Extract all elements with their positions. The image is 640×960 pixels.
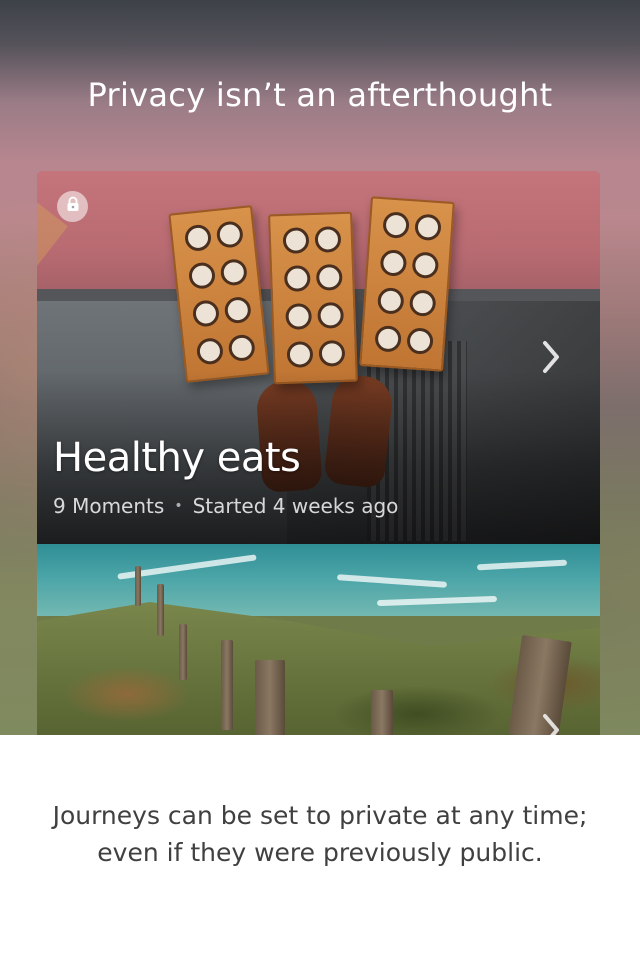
lock-icon [66,196,80,217]
card-photo-sea [37,544,600,616]
caption-line: even if they were previously public. [97,838,543,867]
meta-separator: • [174,498,183,514]
juice-bag-image [359,196,455,372]
caption-line: Journeys can be set to private at any ti… [52,801,588,830]
started-time: Started 4 weeks ago [192,494,399,518]
journey-card-stack: Healthy eats 9 Moments • Started 4 weeks… [37,171,600,735]
onboarding-caption: Journeys can be set to private at any ti… [0,797,640,871]
journey-card-coast[interactable] [37,544,600,735]
hero-background: Privacy isn’t an afterthought Healthy ea… [0,0,640,735]
journey-title: Healthy eats [53,435,301,481]
fence-post [157,584,164,636]
juice-bag-image [168,205,270,383]
private-badge [57,191,88,222]
chevron-right-icon [541,339,561,380]
journey-meta: 9 Moments • Started 4 weeks ago [53,494,398,518]
fence-post [371,690,393,735]
journey-card-healthy-eats[interactable]: Healthy eats 9 Moments • Started 4 weeks… [37,171,600,544]
fence-post [221,640,233,730]
juice-bag-image [268,211,358,385]
page-title: Privacy isn’t an afterthought [87,76,553,114]
chevron-right-icon [541,712,561,735]
fence-post [135,566,141,606]
next-moment-button[interactable] [539,712,563,735]
fence-post [179,624,187,680]
fence-post [255,660,285,735]
moment-count: 9 Moments [53,494,165,518]
next-moment-button[interactable] [539,339,563,379]
